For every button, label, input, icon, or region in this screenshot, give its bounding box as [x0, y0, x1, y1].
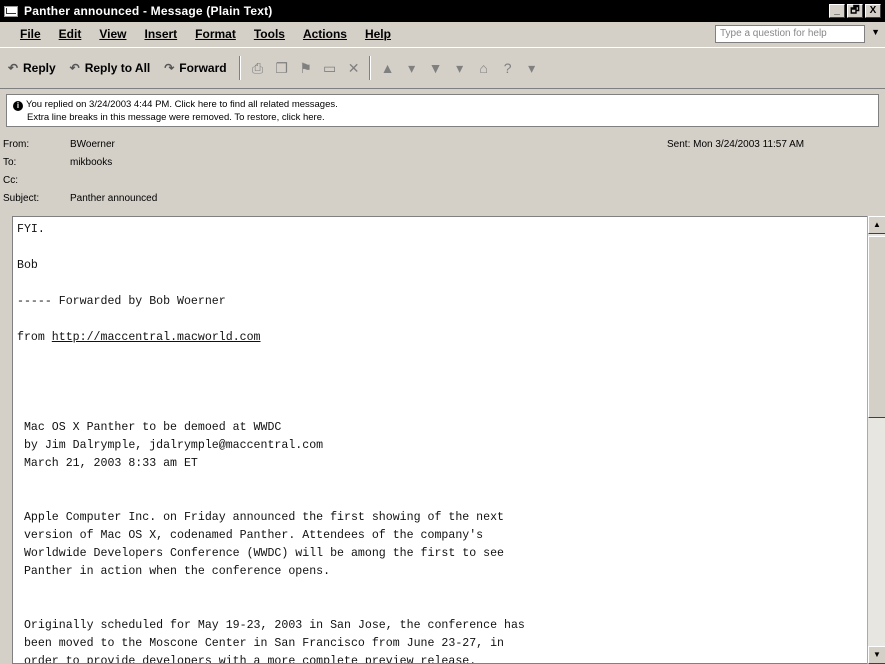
toolbar-separator — [368, 56, 371, 80]
menu-insert[interactable]: Insert — [144, 27, 177, 41]
body-line: from — [17, 331, 52, 344]
menu-tools[interactable]: Tools — [254, 27, 285, 41]
forward-button[interactable]: ↷ Forward — [162, 56, 226, 80]
body-line: March 21, 2003 8:33 am ET — [17, 457, 198, 470]
address-book-icon[interactable]: ⌂ — [475, 59, 493, 77]
body-line: version of Mac OS X, codenamed Panther. … — [17, 529, 484, 542]
restore-button[interactable]: 🗗 — [847, 4, 863, 18]
menu-view[interactable]: View — [99, 27, 126, 41]
from-value[interactable]: BWoerner — [70, 136, 115, 154]
body-line: Worldwide Developers Conference (WWDC) w… — [17, 547, 505, 560]
subject-label: Subject: — [3, 193, 40, 204]
body-line: ----- Forwarded by Bob Woerner — [17, 295, 226, 308]
help-search-input[interactable]: Type a question for help — [715, 25, 865, 43]
reply-all-label: Reply to All — [84, 61, 151, 75]
flag-icon[interactable]: ⚑ — [297, 59, 315, 77]
message-text[interactable]: FYI. Bob ----- Forwarded by Bob Woerner … — [17, 221, 847, 664]
body-line: Mac OS X Panther to be demoed at WWDC — [17, 421, 282, 434]
toolbar-separator — [238, 56, 241, 80]
info-bar[interactable]: i You replied on 3/24/2003 4:44 PM. Click… — [6, 94, 879, 127]
body-line: Originally scheduled for May 19-23, 2003… — [17, 619, 525, 632]
info-line-linebreaks[interactable]: Extra line breaks in this message were r… — [13, 111, 872, 124]
from-row: From: BWoerner Sent: Mon 3/24/2003 11:57… — [0, 136, 885, 154]
source-link[interactable]: http://maccentral.macworld.com — [52, 331, 261, 344]
reply-label: Reply — [23, 61, 56, 75]
message-icon — [4, 5, 18, 17]
reply-button[interactable]: ↶ Reply — [6, 56, 56, 80]
scroll-thumb[interactable] — [868, 236, 885, 418]
from-label: From: — [3, 139, 30, 150]
toolbar: ↶ Reply ↶ Reply to All ↷ Forward ⎙ ❐ ⚑ ▭… — [0, 47, 885, 89]
body-line: Panther in action when the conference op… — [17, 565, 331, 578]
vertical-scrollbar[interactable]: ▲ ▼ — [867, 216, 885, 664]
menu-help[interactable]: Help — [365, 27, 391, 41]
delete-icon[interactable]: ✕ — [345, 59, 363, 77]
next-item-icon[interactable]: ▼ — [427, 59, 445, 77]
message-headers: From: BWoerner Sent: Mon 3/24/2003 11:57… — [0, 136, 885, 208]
menu-bar: File Edit View Insert Format Tools Actio… — [0, 22, 885, 46]
info-line-replied[interactable]: You replied on 3/24/2003 4:44 PM. Click … — [26, 99, 338, 110]
title-bar: Panther announced - Message (Plain Text)… — [0, 0, 885, 22]
reply-icon: ↶ — [7, 61, 19, 75]
body-line: by Jim Dalrymple, jdalrymple@maccentral.… — [17, 439, 324, 452]
body-line: been moved to the Moscone Center in San … — [17, 637, 505, 650]
menu-format[interactable]: Format — [195, 27, 236, 41]
minimize-button[interactable]: _ — [829, 4, 845, 18]
print-icon[interactable]: ⎙ — [249, 59, 267, 77]
menu-actions[interactable]: Actions — [303, 27, 347, 41]
reply-all-icon: ↶ — [69, 61, 80, 75]
scroll-up-icon[interactable]: ▲ — [868, 216, 885, 234]
next-dropdown-icon[interactable]: ▾ — [451, 59, 469, 77]
window-title: Panther announced - Message (Plain Text) — [24, 4, 273, 18]
reply-all-button[interactable]: ↶ Reply to All — [68, 56, 151, 80]
to-label: To: — [3, 157, 17, 168]
toolbar-options-icon[interactable]: ▾ — [523, 59, 541, 77]
body-line: FYI. — [17, 223, 45, 236]
close-button[interactable]: X — [865, 4, 881, 18]
menu-edit[interactable]: Edit — [59, 27, 82, 41]
scroll-down-icon[interactable]: ▼ — [868, 646, 885, 664]
copy-icon[interactable]: ❐ — [273, 59, 291, 77]
forward-label: Forward — [179, 61, 227, 75]
forward-icon: ↷ — [164, 61, 175, 75]
body-line: order to provide developers with a more … — [17, 655, 477, 664]
help-icon[interactable]: ? — [499, 59, 517, 77]
previous-dropdown-icon[interactable]: ▾ — [403, 59, 421, 77]
move-to-folder-icon[interactable]: ▭ — [321, 59, 339, 77]
message-body[interactable]: FYI. Bob ----- Forwarded by Bob Woerner … — [12, 216, 878, 664]
subject-value: Panther announced — [70, 193, 158, 204]
info-icon: i — [13, 101, 23, 111]
previous-item-icon[interactable]: ▲ — [379, 59, 397, 77]
cc-row: Cc: — [0, 172, 885, 190]
sent-value: Sent: Mon 3/24/2003 11:57 AM — [667, 139, 805, 150]
cc-label: Cc: — [3, 175, 18, 186]
to-value[interactable]: mikbooks — [70, 154, 112, 172]
subject-row: Subject: Panther announced — [0, 190, 885, 208]
body-line: Apple Computer Inc. on Friday announced … — [17, 511, 505, 524]
menu-file[interactable]: File — [20, 27, 41, 41]
body-line: Bob — [17, 259, 38, 272]
to-row: To: mikbooks — [0, 154, 885, 172]
help-dropdown-icon[interactable]: ▼ — [871, 27, 880, 37]
